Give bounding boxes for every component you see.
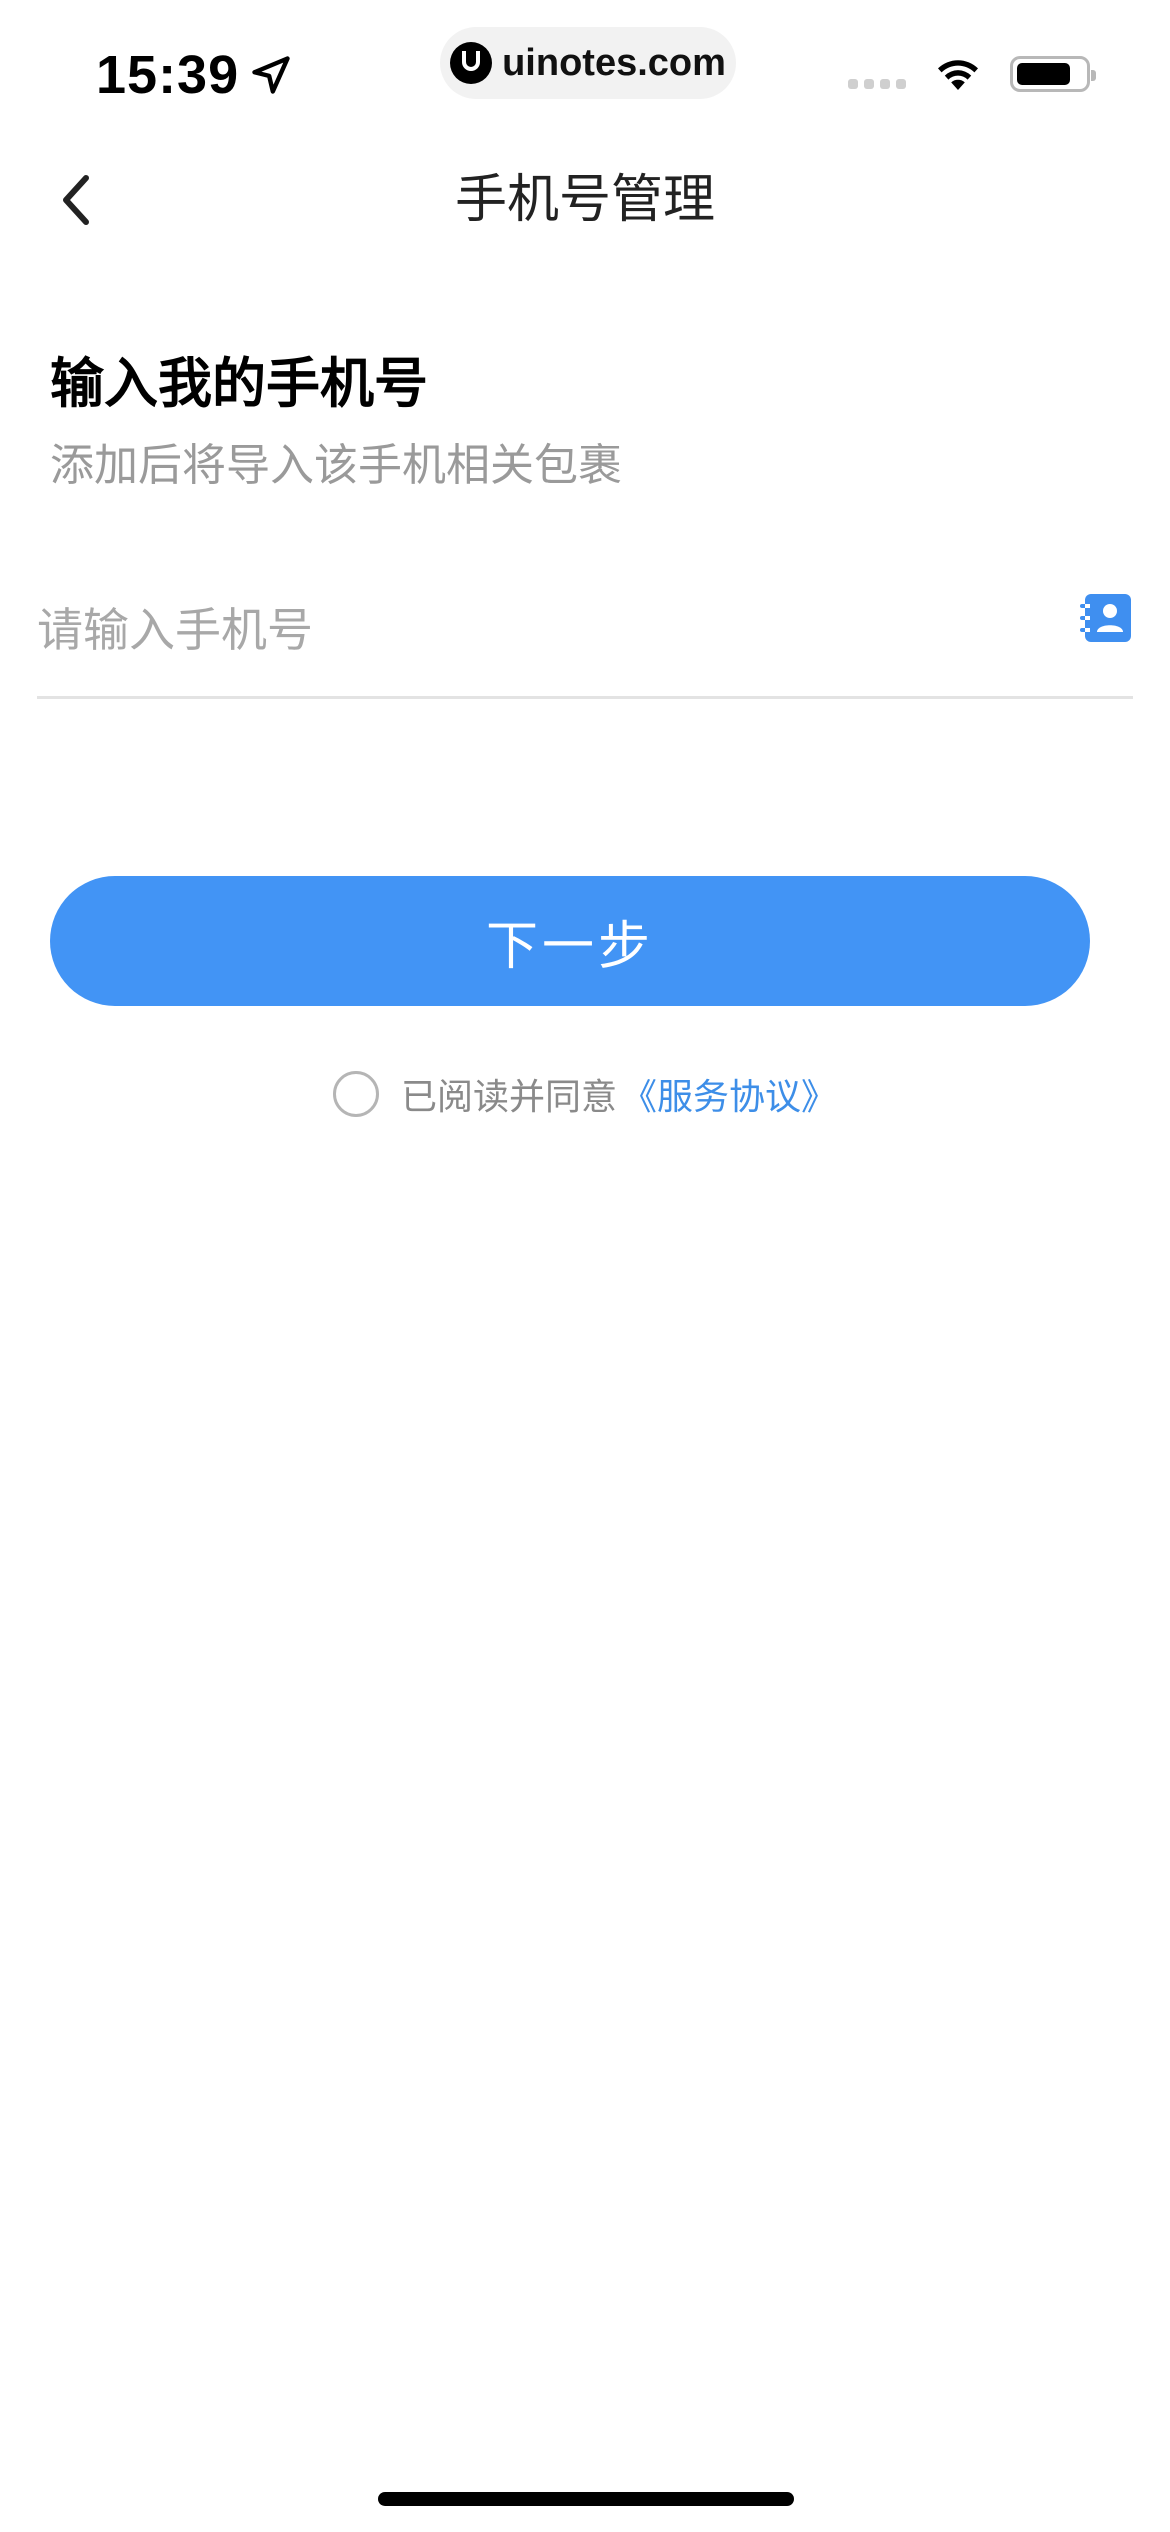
- status-time: 15:39: [96, 45, 240, 105]
- next-step-button[interactable]: 下一步: [50, 876, 1090, 1006]
- status-indicators: [848, 54, 1096, 94]
- wifi-icon: [938, 60, 978, 90]
- phone-input-row: [37, 570, 1133, 699]
- battery-icon: [1010, 56, 1096, 92]
- phone-input[interactable]: [37, 580, 1037, 680]
- page-title: 手机号管理: [454, 170, 715, 230]
- status-bar: 15:39 uinotes.com: [0, 0, 1170, 150]
- url-text: uinotes.com: [502, 41, 726, 84]
- form-heading: 输入我的手机号: [50, 352, 428, 415]
- location-arrow-icon: [252, 56, 290, 94]
- agreement-row: 已阅读并同意 《服务协议》: [0, 1066, 1170, 1122]
- form-subheading: 添加后将导入该手机相关包裹: [50, 440, 622, 491]
- contact-book-icon[interactable]: [1079, 592, 1133, 644]
- cellular-signal-icon: [848, 59, 906, 89]
- service-agreement-link[interactable]: 《服务协议》: [621, 1068, 837, 1120]
- agreement-text: 已阅读并同意: [400, 1077, 617, 1118]
- battery-fill: [1017, 63, 1070, 85]
- agree-checkbox[interactable]: [332, 1071, 379, 1117]
- nav-bar: 手机号管理: [0, 150, 1170, 250]
- status-time-group: 15:39: [96, 44, 293, 106]
- home-indicator: [378, 2492, 794, 2506]
- url-pill[interactable]: uinotes.com: [440, 27, 736, 99]
- uinotes-logo-icon: [450, 42, 493, 84]
